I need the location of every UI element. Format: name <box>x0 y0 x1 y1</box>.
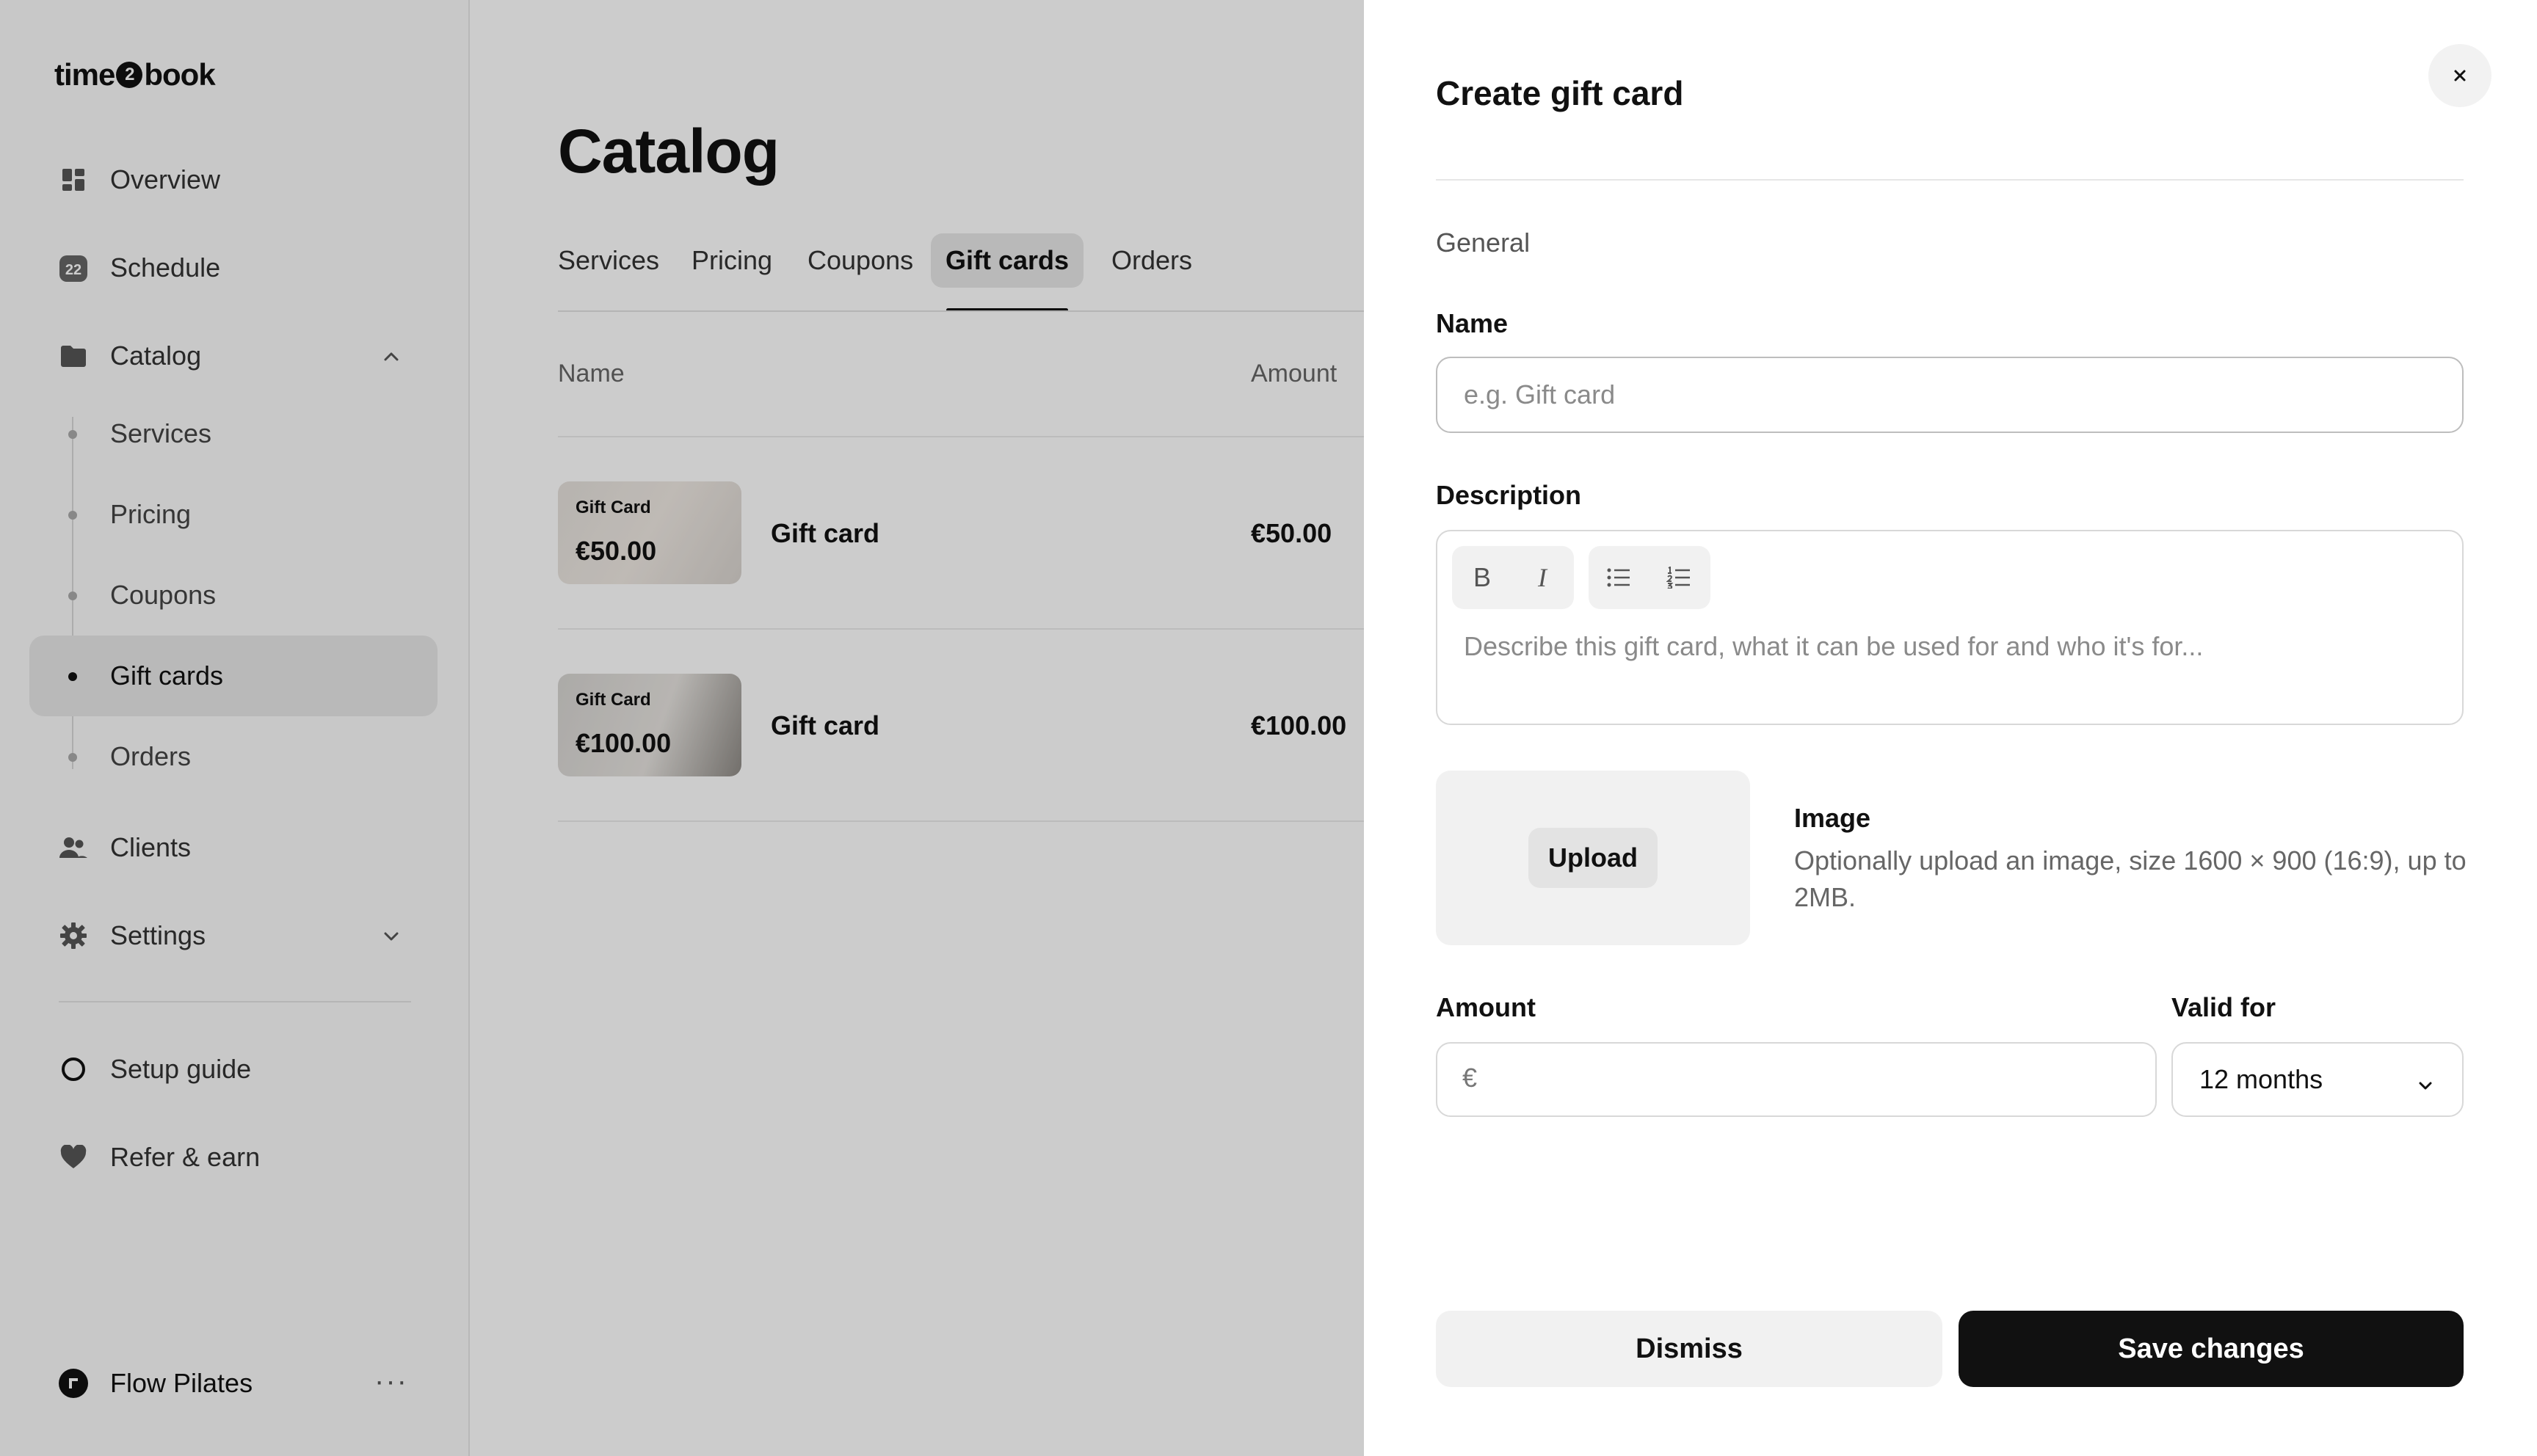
list-toolbar <box>1589 546 1710 609</box>
upload-button[interactable]: Upload <box>1528 828 1658 888</box>
valid-for-select[interactable]: 12 months <box>2171 1042 2464 1117</box>
description-editor[interactable]: B I Describe this gift card, what it can… <box>1436 530 2464 725</box>
numbered-list-button[interactable] <box>1649 546 1709 609</box>
create-gift-card-drawer: Create gift card General Name Descriptio… <box>1364 0 2537 1456</box>
close-button[interactable] <box>2428 44 2491 107</box>
name-input[interactable] <box>1436 357 2464 433</box>
drawer-title: Create gift card <box>1436 74 1684 112</box>
valid-for-value: 12 months <box>2199 1064 2323 1094</box>
numbered-list-icon <box>1666 567 1690 589</box>
description-label: Description <box>1436 480 1582 510</box>
bullet-list-icon <box>1607 568 1630 587</box>
dismiss-button[interactable]: Dismiss <box>1436 1311 1942 1387</box>
bullet-list-button[interactable] <box>1589 546 1649 609</box>
bold-button[interactable]: B <box>1452 546 1512 609</box>
amount-input[interactable] <box>1436 1042 2157 1117</box>
close-icon <box>2454 70 2466 81</box>
description-placeholder: Describe this gift card, what it can be … <box>1464 631 2204 661</box>
drawer-divider <box>1436 179 2464 181</box>
amount-label: Amount <box>1436 992 1536 1022</box>
valid-for-label: Valid for <box>2171 992 2276 1022</box>
image-help-text: Optionally upload an image, size 1600 × … <box>1794 845 2467 912</box>
italic-button[interactable]: I <box>1512 546 1572 609</box>
text-style-toolbar: B I <box>1452 546 1574 609</box>
save-changes-button[interactable]: Save changes <box>1959 1311 2464 1387</box>
currency-symbol: € <box>1462 1063 1478 1093</box>
modal-backdrop[interactable] <box>0 0 1364 1456</box>
section-title: General <box>1436 228 1531 258</box>
image-title: Image <box>1794 803 1871 833</box>
chevron-down-icon <box>2415 1071 2436 1102</box>
name-label: Name <box>1436 308 1509 338</box>
image-dropzone[interactable]: Upload <box>1436 771 1750 945</box>
